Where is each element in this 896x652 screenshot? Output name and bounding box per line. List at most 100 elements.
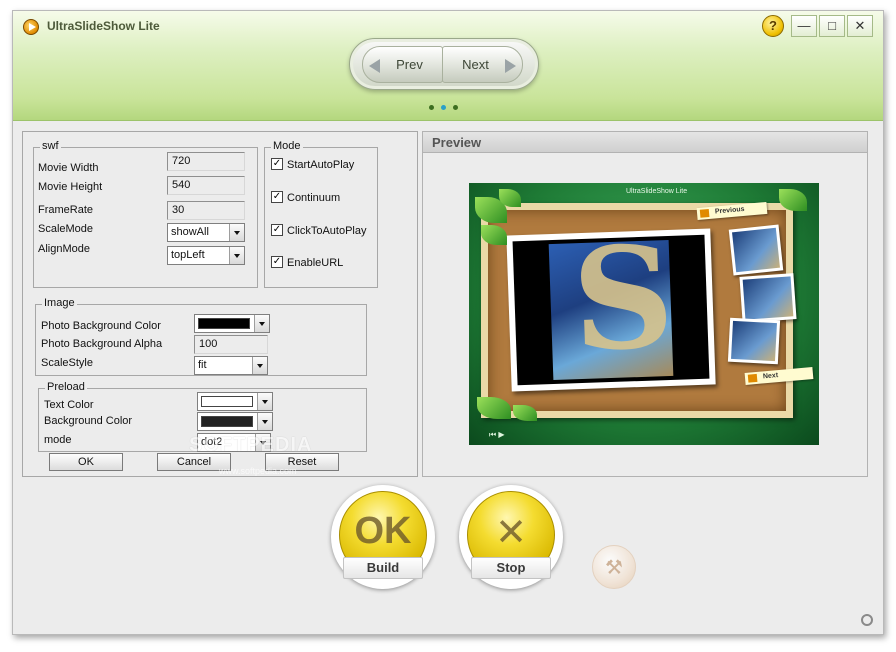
preview-panel: Preview UltraSlideShow Lite Previous Nex… [422, 131, 868, 477]
scalemode-select[interactable]: showAll [167, 223, 245, 242]
arrow-right-icon [505, 59, 516, 73]
preload-bg-color-picker[interactable] [197, 412, 273, 431]
build-glyph: OK [354, 510, 412, 552]
prev-button[interactable]: Prev [362, 46, 443, 83]
scalemode-value: showAll [171, 226, 209, 238]
help-icon[interactable]: ? [762, 15, 784, 37]
thumbnail-1[interactable] [728, 224, 784, 276]
up-arrow-icon [699, 209, 710, 218]
alignmode-value: topLeft [171, 249, 205, 261]
next-tag-label: Next [762, 372, 779, 381]
alignmode-select[interactable]: topLeft [167, 246, 245, 265]
settings-panel: swf Movie Width 720 Movie Height 540 Fra… [22, 131, 418, 477]
preload-mode-label: mode [44, 434, 72, 446]
alignmode-label: AlignMode [38, 243, 90, 255]
image-legend: Image [42, 297, 77, 309]
framerate-field[interactable]: 30 [167, 201, 245, 220]
minimize-button[interactable]: — [791, 15, 817, 37]
app-play-icon [23, 19, 39, 35]
photo-bg-color-swatch [198, 318, 250, 329]
photo-bg-alpha-label: Photo Background Alpha [41, 338, 163, 350]
nav-pill: Prev Next [349, 38, 539, 90]
build-button[interactable]: OK Build [331, 485, 435, 589]
preload-legend: Preload [45, 381, 87, 393]
photo-bg-color-picker[interactable] [194, 314, 270, 333]
continuum-checkbox[interactable]: ✓ [271, 191, 283, 203]
thumbnail-2[interactable] [739, 273, 797, 323]
chevron-down-icon[interactable] [229, 224, 244, 241]
stop-label: Stop [471, 557, 551, 579]
stop-button[interactable]: ✕ Stop [459, 485, 563, 589]
movie-width-label: Movie Width [38, 162, 99, 174]
page-dot-active[interactable] [441, 105, 447, 110]
chevron-down-icon[interactable] [257, 393, 272, 410]
preview-header: Preview [423, 132, 867, 153]
scalestyle-label: ScaleStyle [41, 357, 93, 369]
photo-bg-color-label: Photo Background Color [41, 320, 161, 332]
chevron-down-icon[interactable] [229, 247, 244, 264]
text-color-picker[interactable] [197, 392, 273, 411]
stage-title: UltraSlideShow Lite [626, 188, 688, 195]
preview-stage[interactable]: UltraSlideShow Lite Previous Next [469, 183, 819, 445]
close-button[interactable]: ✕ [847, 15, 873, 37]
page-dot[interactable] [429, 105, 434, 110]
continuum-label: Continuum [287, 192, 341, 204]
photo-bg-alpha-field[interactable]: 100 [194, 335, 268, 354]
page-dots [429, 101, 462, 113]
preload-mode-value: dot2 [201, 436, 223, 448]
thumbnail-3[interactable] [727, 317, 781, 365]
ok-button[interactable]: OK [49, 453, 123, 471]
enable-url-checkbox[interactable]: ✓ [271, 256, 283, 268]
movie-height-label: Movie Height [38, 181, 103, 193]
build-label: Build [343, 557, 423, 579]
preload-bg-color-swatch [201, 416, 253, 427]
click-to-autoplay-label: ClickToAutoPlay [287, 225, 367, 237]
click-to-autoplay-checkbox[interactable]: ✓ [271, 224, 283, 236]
swf-group: swf Movie Width 720 Movie Height 540 Fra… [33, 140, 258, 288]
preload-mode-select[interactable]: dot2 [197, 433, 271, 452]
scalestyle-select[interactable]: fit [194, 356, 268, 375]
chevron-down-icon[interactable] [257, 413, 272, 430]
next-button-label: Next [462, 57, 489, 72]
scalestyle-value: fit [198, 359, 207, 371]
main-photo-image [512, 234, 710, 386]
movie-height-field[interactable]: 540 [167, 176, 245, 195]
title-bar: UltraSlideShow Lite ? — □ ✕ Prev Next [13, 11, 883, 121]
framerate-label: FrameRate [38, 204, 94, 216]
thumbnail-3-image [731, 320, 777, 362]
movie-width-field[interactable]: 720 [167, 152, 245, 171]
chevron-down-icon[interactable] [255, 434, 270, 451]
next-button[interactable]: Next [442, 46, 523, 83]
thumbnail-2-image [742, 276, 794, 320]
scalemode-label: ScaleMode [38, 223, 94, 235]
mode-legend: Mode [271, 140, 303, 152]
mode-group: Mode ✓ StartAutoPlay ✓ Continuum ✓ Click… [264, 140, 378, 288]
preload-bg-color-label: Background Color [44, 415, 133, 427]
chevron-down-icon[interactable] [254, 315, 269, 332]
start-autoplay-label: StartAutoPlay [287, 159, 355, 171]
swf-legend: swf [40, 140, 61, 152]
maximize-button[interactable]: □ [819, 15, 845, 37]
photo-s-artwork [548, 239, 674, 381]
down-arrow-icon [747, 373, 758, 383]
app-title: UltraSlideShow Lite [47, 19, 160, 33]
text-color-swatch [201, 396, 253, 407]
text-color-label: Text Color [44, 399, 94, 411]
resize-grip-icon[interactable] [861, 614, 873, 626]
main-photo[interactable] [506, 228, 716, 392]
slideshow-controls[interactable]: ⏮ ▶ [489, 430, 505, 440]
previous-tag-label: Previous [714, 205, 745, 216]
image-group: Image Photo Background Color Photo Backg… [35, 297, 367, 376]
preload-group: Preload Text Color Background Color mode… [38, 381, 367, 452]
page-dot[interactable] [453, 105, 459, 110]
tools-button[interactable]: ⚒ [592, 545, 636, 589]
start-autoplay-checkbox[interactable]: ✓ [271, 158, 283, 170]
softpedia-watermark-url: www.softpedia.com [219, 466, 297, 476]
chevron-down-icon[interactable] [252, 357, 267, 374]
app-window: UltraSlideShow Lite ? — □ ✕ Prev Next sw… [12, 10, 884, 635]
arrow-left-icon [369, 59, 380, 73]
prev-button-label: Prev [396, 57, 423, 72]
enable-url-label: EnableURL [287, 257, 344, 269]
stop-glyph: ✕ [495, 512, 527, 554]
thumbnail-1-image [732, 227, 780, 273]
